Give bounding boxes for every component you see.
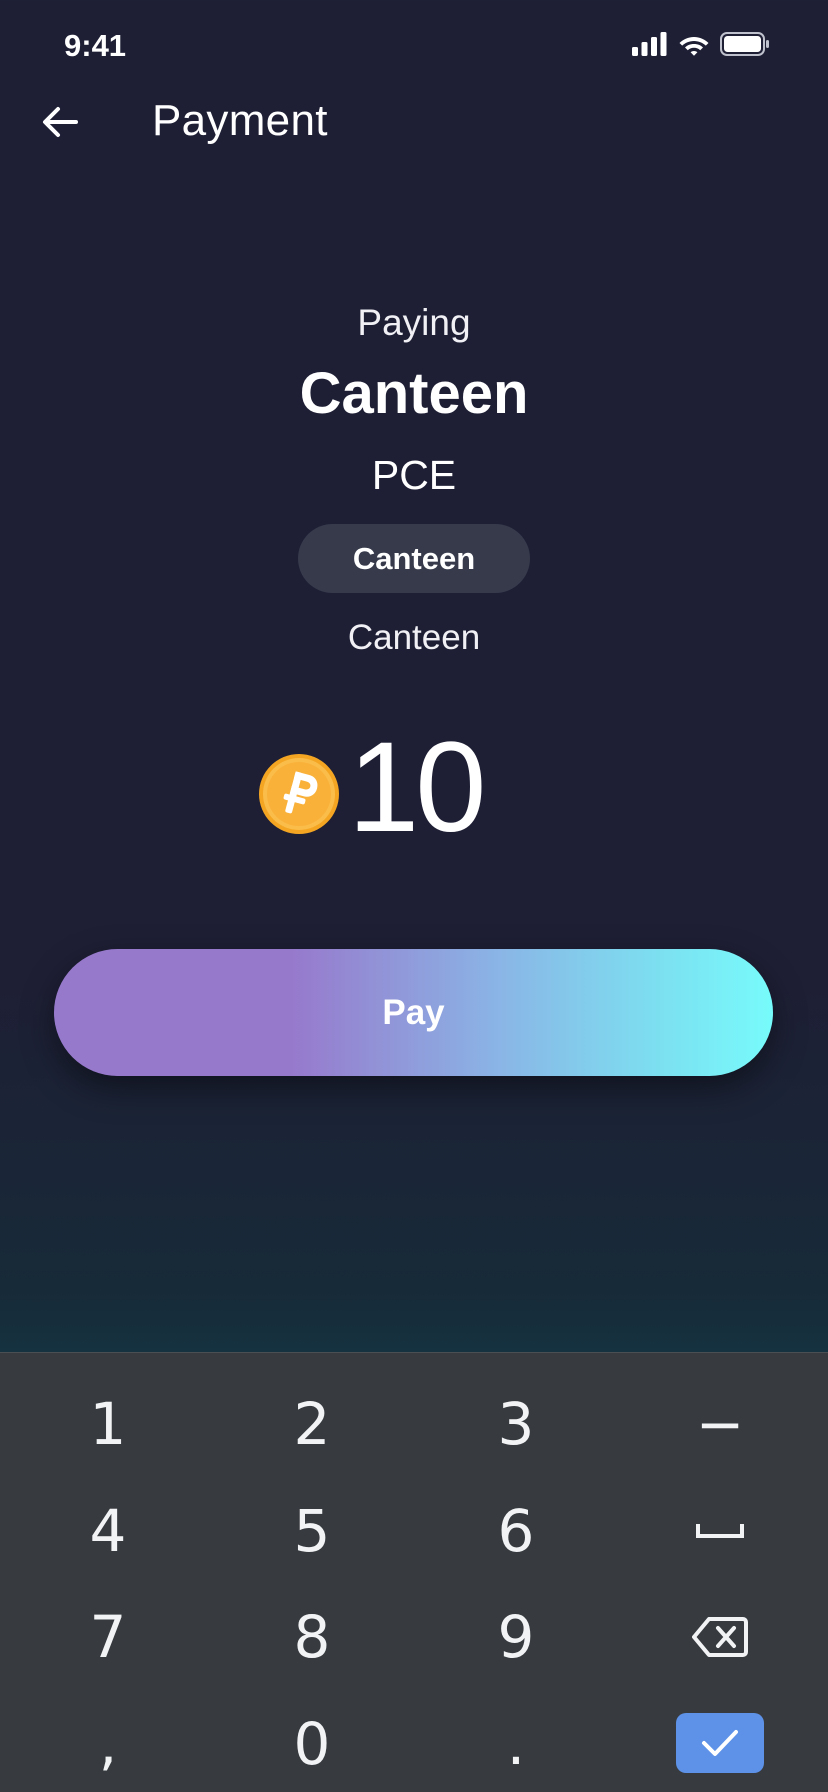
key-9[interactable]: 9 bbox=[416, 1587, 616, 1687]
merchant-code: PCE bbox=[371, 452, 457, 498]
key-backspace[interactable] bbox=[620, 1587, 820, 1687]
status-bar: 9:41 bbox=[0, 0, 828, 92]
numeric-keyboard: 1 2 3 − 4 5 6 7 8 9 , 0 . bbox=[0, 1352, 828, 1792]
back-button[interactable] bbox=[36, 98, 84, 146]
category-text: Canteen bbox=[347, 618, 481, 657]
signal-icon bbox=[632, 32, 667, 56]
status-time: 9:41 bbox=[64, 28, 127, 63]
space-icon bbox=[696, 1524, 744, 1538]
amount-value: 10 bbox=[348, 716, 486, 859]
key-1[interactable]: 1 bbox=[8, 1374, 208, 1474]
key-minus[interactable]: − bbox=[620, 1374, 820, 1474]
key-2[interactable]: 2 bbox=[212, 1374, 412, 1474]
pay-button[interactable]: Pay bbox=[54, 949, 773, 1076]
merchant-name: Canteen bbox=[299, 361, 529, 426]
backspace-icon bbox=[692, 1617, 748, 1657]
key-7[interactable]: 7 bbox=[8, 1587, 208, 1687]
key-period[interactable]: . bbox=[416, 1694, 616, 1792]
battery-icon bbox=[720, 32, 769, 56]
key-comma[interactable]: , bbox=[8, 1694, 208, 1792]
checkmark-icon bbox=[702, 1730, 738, 1756]
merchant-tag-chip: Canteen bbox=[298, 524, 530, 593]
arrow-left-icon bbox=[43, 107, 78, 137]
app-header: Payment bbox=[0, 92, 828, 152]
amount-row: 10 bbox=[0, 720, 828, 860]
key-0[interactable]: 0 bbox=[212, 1694, 412, 1792]
paying-label: Paying bbox=[357, 302, 471, 343]
key-6[interactable]: 6 bbox=[416, 1481, 616, 1581]
key-space[interactable] bbox=[620, 1481, 820, 1581]
key-5[interactable]: 5 bbox=[212, 1481, 412, 1581]
key-8[interactable]: 8 bbox=[212, 1587, 412, 1687]
wifi-icon bbox=[679, 37, 709, 56]
status-icons bbox=[632, 32, 770, 56]
page-title: Payment bbox=[152, 96, 328, 145]
key-4[interactable]: 4 bbox=[8, 1481, 208, 1581]
coin-icon bbox=[259, 754, 339, 834]
key-3[interactable]: 3 bbox=[416, 1374, 616, 1474]
enter-key[interactable] bbox=[676, 1713, 764, 1773]
